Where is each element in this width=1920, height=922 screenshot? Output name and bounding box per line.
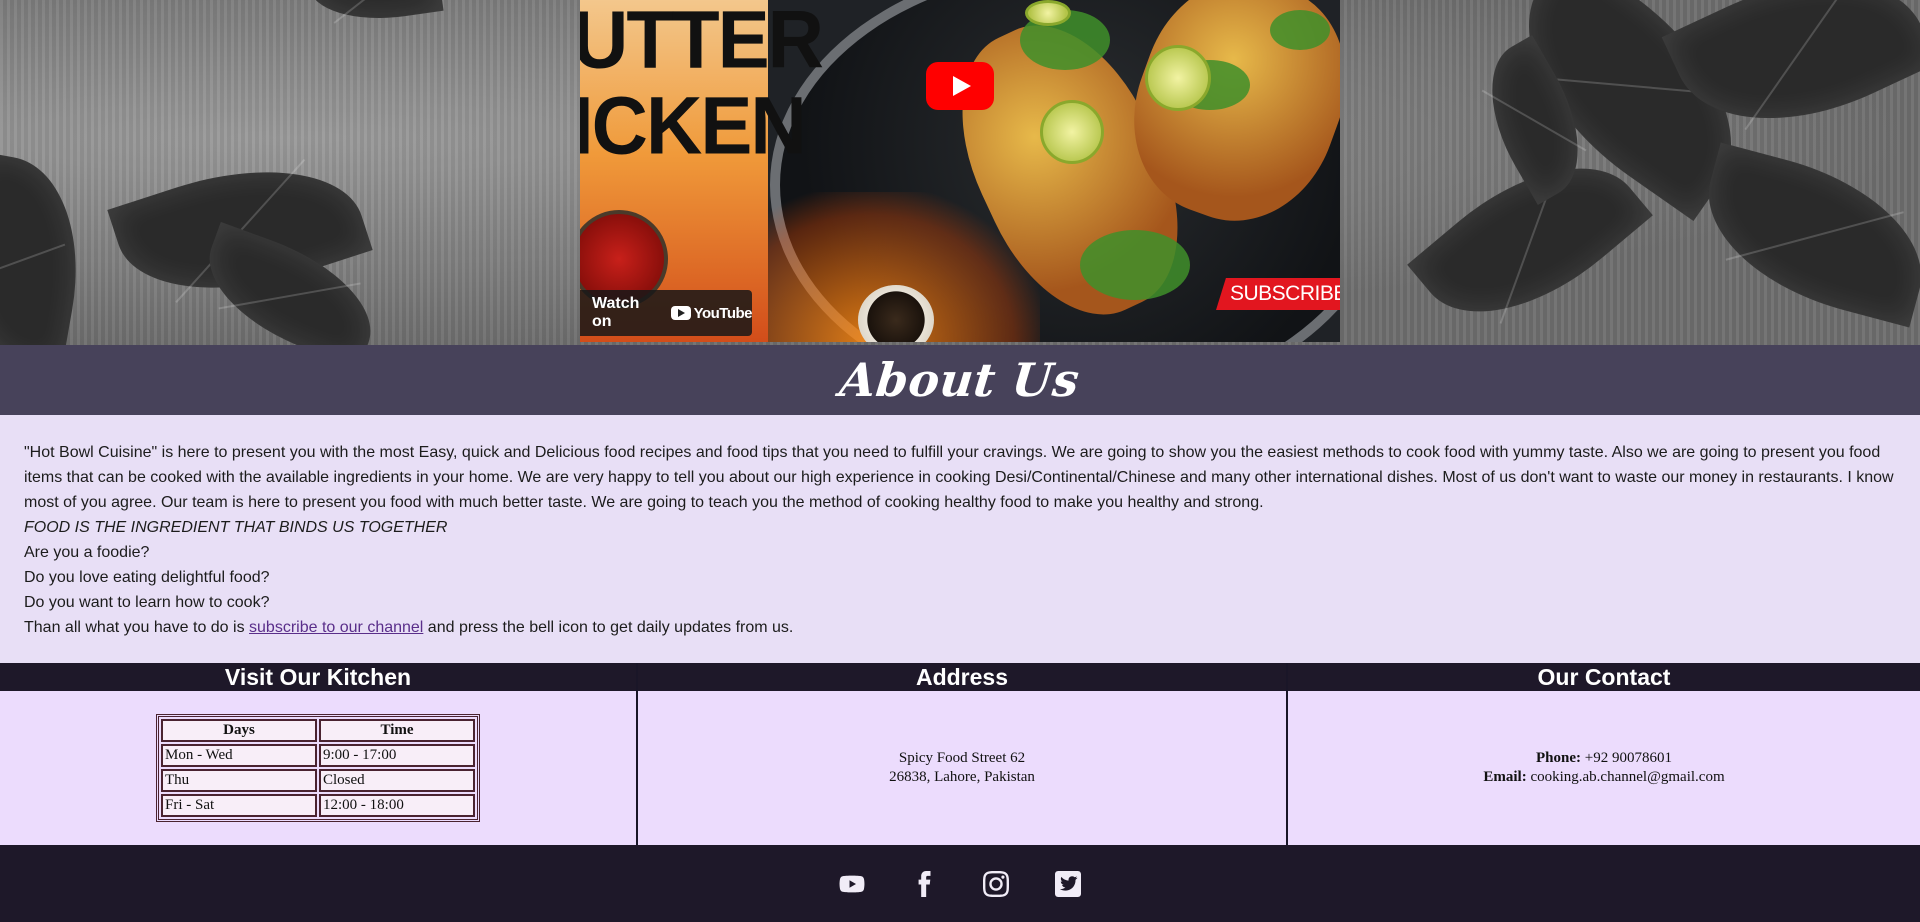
address-line-1: Spicy Food Street 62: [898, 750, 1026, 766]
lime-slice: [1040, 100, 1104, 164]
column-header-time: Time: [319, 719, 475, 742]
opening-hours-table: Days Time Mon - Wed 9:00 - 17:00 Thu Clo…: [156, 714, 480, 822]
email-label: Email:: [1483, 769, 1527, 785]
table-cell-days: Thu: [161, 769, 317, 792]
address-heading: Address: [638, 663, 1286, 691]
twitter-icon[interactable]: [1055, 870, 1081, 897]
instagram-icon[interactable]: [983, 870, 1009, 897]
phone-line: Phone: +92 90078601: [1483, 749, 1724, 768]
contact-column: Our Contact Phone: +92 90078601 Email: c…: [1286, 663, 1920, 845]
phone-value: +92 90078601: [1581, 750, 1672, 766]
table-row: Mon - Wed 9:00 - 17:00: [161, 744, 475, 767]
email-line: Email: cooking.ab.channel@gmail.com: [1483, 768, 1724, 787]
subscribe-channel-link[interactable]: subscribe to our channel: [249, 619, 423, 636]
table-cell-days: Fri - Sat: [161, 794, 317, 817]
spinach-leaf: [306, 0, 444, 29]
about-tagline: FOOD IS THE INGREDIENT THAT BINDS US TOG…: [24, 519, 448, 536]
kitchen-column: Visit Our Kitchen Days Time Mon - Wed 9:…: [0, 663, 636, 845]
table-cell-time: Closed: [319, 769, 475, 792]
table-cell-time: 12:00 - 18:00: [319, 794, 475, 817]
about-title: About Us: [837, 353, 1083, 407]
herb-garnish: [1080, 230, 1190, 300]
youtube-play-icon[interactable]: [926, 62, 994, 110]
hero-banner: UTTER ICKEN Watch on YouTube SUBSCRIBE: [0, 0, 1920, 345]
herb-garnish: [1270, 10, 1330, 50]
youtube-icon[interactable]: [839, 871, 865, 897]
spinach-leaf: [1687, 142, 1920, 328]
about-question: Are you a foodie?: [24, 544, 150, 561]
about-question: Do you love eating delightful food?: [24, 569, 270, 586]
address-body: Spicy Food Street 62 26838, Lahore, Paki…: [638, 691, 1286, 845]
about-paragraph: "Hot Bowl Cuisine" is here to present yo…: [24, 444, 1894, 511]
lime-slice: [1025, 0, 1071, 26]
table-cell-days: Mon - Wed: [161, 744, 317, 767]
youtube-logo: YouTube: [670, 304, 753, 322]
column-header-days: Days: [161, 719, 317, 742]
lime-slice: [1145, 45, 1211, 111]
facebook-icon[interactable]: [911, 870, 937, 897]
table-row: Thu Closed: [161, 769, 475, 792]
thumbnail-title: UTTER ICKEN: [580, 0, 824, 172]
contact-body: Phone: +92 90078601 Email: cooking.ab.ch…: [1288, 691, 1920, 845]
about-question: Do you want to learn how to cook?: [24, 594, 270, 611]
footer: [0, 845, 1920, 922]
about-cta: Than all what you have to do is subscrib…: [24, 615, 1898, 640]
watch-on-label: Watch on: [592, 295, 640, 330]
table-cell-time: 9:00 - 17:00: [319, 744, 475, 767]
kitchen-body: Days Time Mon - Wed 9:00 - 17:00 Thu Clo…: [0, 691, 636, 845]
watch-on-youtube-button[interactable]: Watch on YouTube: [580, 290, 753, 336]
youtube-video-embed[interactable]: UTTER ICKEN Watch on YouTube SUBSCRIBE: [580, 0, 1340, 342]
address-block: Spicy Food Street 62 26838, Lahore, Paki…: [889, 749, 1035, 787]
spinach-leaf: [0, 151, 97, 345]
table-header-row: Days Time: [161, 719, 475, 742]
address-column: Address Spicy Food Street 62 26838, Laho…: [636, 663, 1286, 845]
cta-text-after: and press the bell icon to get daily upd…: [423, 619, 794, 636]
about-text: "Hot Bowl Cuisine" is here to present yo…: [24, 440, 1898, 640]
table-row: Fri - Sat 12:00 - 18:00: [161, 794, 475, 817]
subscribe-banner: SUBSCRIBE: [1216, 278, 1340, 310]
phone-label: Phone:: [1536, 750, 1582, 766]
email-value: cooking.ab.channel@gmail.com: [1526, 769, 1725, 785]
address-line-2: 26838, Lahore, Pakistan: [889, 769, 1035, 785]
kitchen-heading: Visit Our Kitchen: [0, 663, 636, 691]
about-header-band: About Us: [0, 345, 1920, 415]
info-section: Visit Our Kitchen Days Time Mon - Wed 9:…: [0, 663, 1920, 845]
youtube-logo-icon: [670, 306, 691, 320]
contact-heading: Our Contact: [1288, 663, 1920, 691]
contact-block: Phone: +92 90078601 Email: cooking.ab.ch…: [1483, 749, 1724, 787]
cta-text-before: Than all what you have to do is: [24, 619, 250, 636]
youtube-logo-text: YouTube: [693, 304, 753, 322]
